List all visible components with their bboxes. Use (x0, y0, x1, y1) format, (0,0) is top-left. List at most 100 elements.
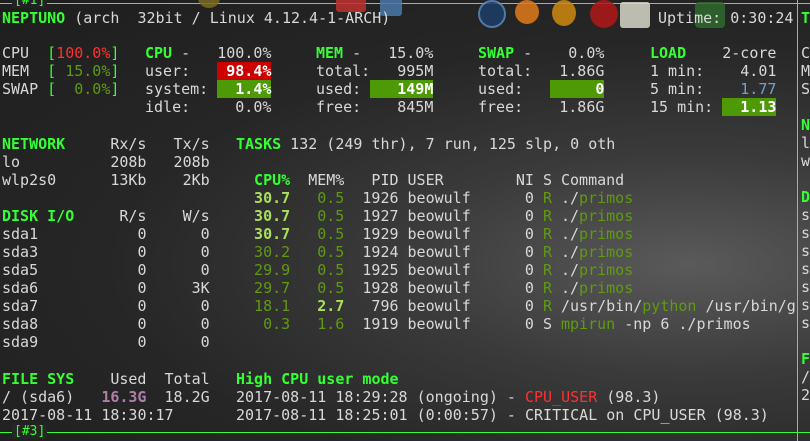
quicklook: CPU[100.0%] MEM[ 15.0%] SWAP[ 0.0%] (2, 44, 119, 98)
disk-row: sda9 0 0 (2, 333, 210, 351)
cpu-panel: CPU - 100.0% user: 98.4% system: 1.4% idle:… (145, 44, 271, 116)
pane-fragment: s (801, 314, 810, 332)
disk-name: sda5 (2, 261, 39, 279)
process-row[interactable]: 30.2 0.5 1924 beowulf 0 R ./primos (236, 243, 796, 261)
tx-value: 2Kb (182, 171, 210, 189)
disk-name: sda3 (2, 243, 39, 261)
disk-row: sda3 0 0 (2, 243, 210, 261)
write-value: 0 (200, 315, 210, 333)
read-value: 0 (137, 333, 147, 351)
write-value: 0 (200, 261, 210, 279)
write-header: W/s (182, 207, 210, 225)
pane-tag-bottom[interactable]: [#3] (12, 425, 48, 439)
load-15-label: 15 min: (650, 98, 714, 116)
process-command: ./primos (561, 279, 633, 297)
top-border (0, 3, 810, 4)
col-user[interactable]: USER (408, 171, 498, 189)
process-mem: 0.5 (317, 243, 345, 261)
process-status: R (542, 189, 552, 207)
read-value: 0 (137, 261, 147, 279)
process-row[interactable]: 30.7 0.5 1929 beowulf 0 R ./primos (236, 225, 796, 243)
quicklook-cpu: CPU[100.0%] (2, 44, 120, 62)
process-user: beowulf (407, 297, 471, 315)
command-program: primos (579, 279, 634, 297)
process-row[interactable]: 29.7 0.5 1928 beowulf 0 R ./primos (236, 279, 796, 297)
read-value: 0 (137, 225, 147, 243)
rx-value: 208b (110, 153, 147, 171)
used-header: Used (110, 370, 147, 388)
process-pid: 1926 (362, 189, 399, 207)
process-mem: 0.5 (317, 225, 345, 243)
swap-free-value: 1.86G (559, 98, 605, 116)
process-user: beowulf (407, 315, 471, 333)
tx-value: 208b (173, 153, 210, 171)
col-cpu[interactable]: CPU% (236, 171, 290, 189)
load-15-value: 1.13 (722, 98, 777, 116)
process-command: ./primos (561, 207, 633, 225)
process-user: beowulf (407, 243, 471, 261)
process-command: /usr/bin/python /usr/bin/g (561, 297, 796, 315)
disk-row: sda1 0 0 (2, 225, 210, 243)
process-user: beowulf (407, 225, 471, 243)
mem-used-value: 149M (370, 80, 434, 98)
cpu-user-label: user: (145, 62, 191, 80)
process-row[interactable]: 0.3 1.6 1919 beowulf 0 Smpirun -np 6 ./primos (236, 315, 796, 333)
process-mem: 0.5 (317, 261, 345, 279)
quicklook-mem-value: 15.0% (56, 62, 111, 80)
command-program: primos (579, 189, 634, 207)
command-path: /usr/bin/ (560, 297, 643, 315)
process-mem: 1.6 (317, 315, 345, 333)
process-row[interactable]: 29.9 0.5 1925 beowulf 0 R ./primos (236, 261, 796, 279)
pane-fragment: s (801, 278, 810, 296)
desktop-app-icon (552, 0, 576, 26)
quicklook-swap: SWAP[ 0.0%] (2, 80, 120, 98)
process-pid: 1919 (362, 315, 399, 333)
process-user: beowulf (407, 207, 471, 225)
swap-total-value: 1.86G (559, 62, 605, 80)
filesys-row: / (sda6) 16.3G 18.2G (2, 388, 210, 406)
process-row[interactable]: 30.7 0.5 1927 beowulf 0 R ./primos (236, 207, 796, 225)
mem-title: MEM (316, 44, 344, 62)
process-nice: 0 (524, 207, 534, 225)
swap-total-percent: 0.0% (568, 44, 605, 62)
fs-used: 16.3G (101, 388, 147, 406)
process-nice: 0 (524, 279, 534, 297)
disk-row: sda7 0 0 (2, 297, 210, 315)
load-title: LOAD (650, 44, 687, 62)
process-row[interactable]: 18.1 2.7 796 beowulf 0 R/usr/bin/python /usr/… (236, 297, 796, 315)
pane-fragment: N (801, 116, 810, 134)
disk-name: sda9 (2, 333, 39, 351)
col-ni[interactable]: NI (498, 171, 534, 189)
col-command[interactable]: Command (561, 171, 624, 189)
pane-fragment: M (801, 62, 810, 80)
process-cpu: 30.7 (254, 225, 291, 243)
quicklook-swap-value: 0.0% (56, 80, 111, 98)
desktop-app-icon (590, 0, 618, 28)
col-status[interactable]: S (543, 171, 552, 189)
tasks-title: TASKS (236, 135, 282, 153)
alert-row: 2017-08-11 18:29:28 (ongoing) - CPU_USER… (236, 388, 769, 406)
process-pid: 1924 (362, 243, 399, 261)
process-table: CPU% MEM% PID USER NI S Command 30.7 0.5 1… (236, 171, 796, 333)
col-pid[interactable]: PID (344, 171, 398, 189)
alert-time: 2017-08-11 18:29:28 (ongoing) - (236, 388, 525, 406)
uptime: Uptime: 0:30:24 (658, 9, 794, 27)
cpu-total: 100.0% (217, 44, 272, 62)
col-mem[interactable]: MEM% (290, 171, 344, 189)
mem-total-value: 995M (397, 62, 434, 80)
process-status: R (542, 279, 552, 297)
pane-divider[interactable] (797, 0, 798, 441)
pane-tag-top[interactable]: [#1] (12, 0, 48, 8)
mem-total-label: total: (316, 62, 371, 80)
disk-title: DISK I/O (2, 207, 75, 225)
tasks-counts: 132 (249 thr), 7 run, 125 slp, 0 oth (281, 135, 616, 153)
alert-detail: (98.3) (705, 406, 769, 424)
right-pane[interactable]: T C M S N l w D s s s s s s s F / 2 (801, 9, 810, 404)
disk-row: sda5 0 0 (2, 261, 210, 279)
alert-detail: (98.3) (597, 388, 661, 406)
process-pid: 1925 (362, 261, 399, 279)
process-row[interactable]: 30.7 0.5 1926 beowulf 0 R ./primos (236, 189, 796, 207)
swap-free-label: free: (478, 98, 524, 116)
pane-fragment: T (801, 9, 810, 27)
rx-header: Rx/s (110, 135, 147, 153)
